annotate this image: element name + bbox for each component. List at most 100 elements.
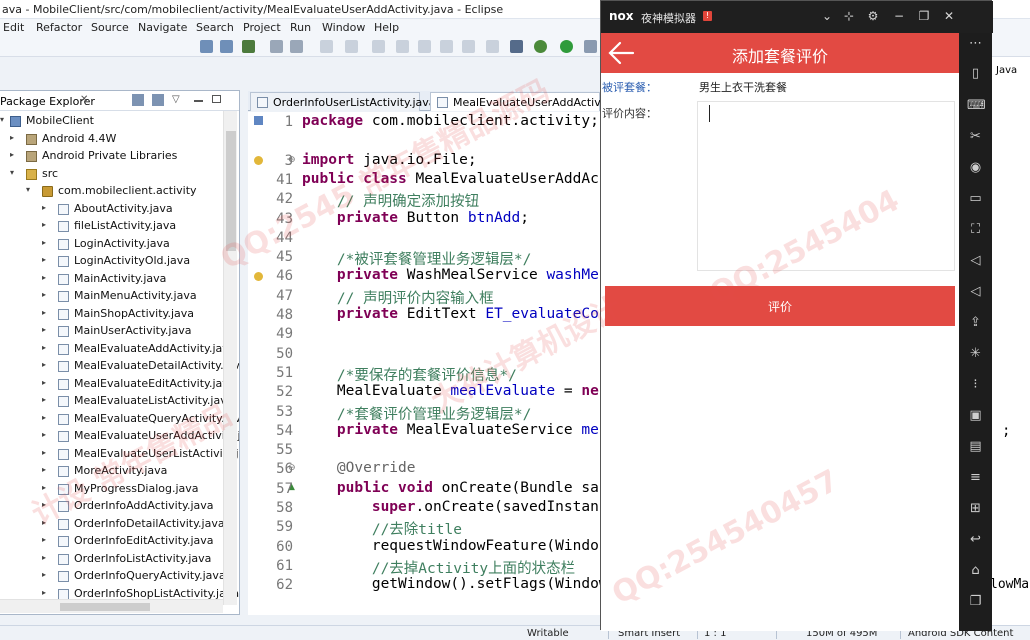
close-icon[interactable]: ✕ [80,94,88,105]
code-line[interactable]: private Button btnAdd; [302,210,529,226]
add-icon[interactable]: ⊞ [967,500,984,517]
menu-project[interactable]: Project [243,21,281,34]
loading-icon[interactable]: ✳ [967,345,984,362]
tree-item[interactable]: ▸ MyProgressDialog.java [0,481,222,499]
open-icon[interactable] [290,40,303,53]
volume-down-icon[interactable]: ◁ [967,283,984,300]
scroll-thumb[interactable] [226,131,236,251]
collapse-arrow-icon[interactable]: ▸ [42,553,50,562]
menu-source[interactable]: Source [91,21,129,34]
menu-search[interactable]: Search [196,21,234,34]
pause-icon[interactable] [418,40,431,53]
scroll-thumb[interactable] [60,603,150,611]
code-line[interactable]: private EditText ET_evaluateCo [302,306,599,322]
minimize-icon[interactable] [194,100,203,102]
collapse-arrow-icon[interactable]: ▸ [42,501,50,509]
tree-item[interactable]: ▸ fileListActivity.java [0,218,222,236]
tree-item[interactable]: ▸ MealEvaluateDetailActivity.java [0,358,239,376]
menu-navigate[interactable]: Navigate [138,21,187,34]
location-icon[interactable]: ◉ [967,159,984,176]
collapse-arrow-icon[interactable]: ▸ [42,308,50,317]
phone-icon[interactable]: ▯ [967,65,984,82]
evaluate-content-input[interactable] [697,101,955,271]
skip-breakpoints-icon[interactable] [510,40,523,53]
close-icon[interactable]: ✕ [941,8,957,24]
tree-item[interactable]: ▸ OrderInfoAddActivity.java [0,498,222,516]
expand-arrow-icon[interactable]: ▾ [0,116,8,124]
menu-help[interactable]: Help [374,21,399,34]
tree-item[interactable]: ▸ MainUserActivity.java [0,323,222,341]
code-line[interactable]: // 声明评价内容输入框 [302,287,494,308]
back-icon[interactable]: ↩ [967,531,984,548]
tree-item[interactable]: ▸ OrderInfoEditActivity.java [0,533,222,551]
code-line[interactable]: /*要保存的套餐评价信息*/ [302,364,517,385]
code-line[interactable]: requestWindowFeature(Windo [302,538,599,554]
redo-icon[interactable] [345,40,358,53]
package-explorer-horizontal-scrollbar[interactable] [0,599,223,613]
tree-item[interactable]: ▸ MainShopActivity.java [0,306,222,324]
maximize-icon[interactable] [212,95,221,103]
tree-item[interactable]: ▸ OrderInfoDetailActivity.java [0,516,225,534]
code-line[interactable]: public void onCreate(Bundle sa [302,480,599,496]
code-line[interactable]: /*被评套餐管理业务逻辑层*/ [302,248,531,269]
collapse-arrow-icon[interactable]: ▸ [42,431,50,439]
collapse-arrow-icon[interactable]: ▸ [42,256,50,264]
package-explorer-vertical-scrollbar[interactable] [223,111,237,605]
tree-item[interactable]: ▸ AboutActivity.java [0,201,222,219]
tree-item[interactable]: ▸ MealEvaluateAddActivity.java [0,341,236,359]
keyboard-icon[interactable]: ⌨ [967,97,986,114]
collapse-arrow-icon[interactable]: ▸ [42,588,50,597]
checkbox-icon[interactable] [242,40,255,53]
collapse-arrow-icon[interactable]: ▸ [42,273,50,282]
notification-badge[interactable]: ! [703,11,712,21]
code-line[interactable]: // 声明确定添加按钮 [302,190,479,211]
tree-item[interactable]: ▾ com.mobileclient.activity [0,183,222,201]
new-icon[interactable] [200,40,213,53]
collapse-arrow-icon[interactable]: ▸ [42,221,50,229]
fullscreen-icon[interactable]: ⛶ [967,221,984,238]
collapse-arrow-icon[interactable]: ▸ [42,396,50,404]
tab-orderinfo-user-list[interactable]: OrderInfoUserListActivity.java [250,92,436,111]
collapse-arrow-icon[interactable]: ▸ [42,518,50,527]
scissors-icon[interactable]: ✂ [967,128,984,145]
menu-window[interactable]: Window [322,21,365,34]
gear-icon[interactable]: ⚙ [865,8,881,24]
code-line[interactable]: getWindow().setFlags(Window [302,576,600,592]
tree-item[interactable]: ▸ MealEvaluateListActivity.java [0,393,233,411]
tree-item[interactable]: ▸ LoginActivity.java [0,236,222,254]
collapse-all-icon[interactable] [132,94,144,106]
submit-evaluate-button[interactable]: 评价 [605,286,955,326]
collapse-arrow-icon[interactable]: ▸ [42,378,50,387]
tree-item[interactable]: ▸ MainMenuActivity.java [0,288,222,306]
tree-item[interactable]: ▸ LoginActivityOld.java [0,253,222,271]
more-icon[interactable]: ⋯ [967,35,984,52]
chevron-down-icon[interactable]: ⌄ [819,8,835,24]
tree-item[interactable]: ▸ MealEvaluateQueryActivity.java [0,411,239,429]
menu-edit[interactable]: Edit [3,21,24,34]
save-icon[interactable] [220,40,233,53]
code-line[interactable]: MealEvaluate mealEvaluate = ne [302,383,599,399]
code-line[interactable]: /*套餐评价管理业务逻辑层*/ [302,403,531,424]
tree-item[interactable]: ▸ MealEvaluateUserListActivity.java [0,446,239,464]
recent-apps-icon[interactable]: ❐ [967,593,984,610]
collapse-arrow-icon[interactable]: ▸ [42,413,50,422]
screen-icon[interactable]: ▭ [967,190,984,207]
tree-item[interactable]: ▸ MealEvaluateEditActivity.java [0,376,236,394]
multi-window-icon[interactable]: ▤ [967,438,984,455]
tree-item[interactable]: ▸ MoreActivity.java [0,463,222,481]
script-icon[interactable]: ⁝ [967,376,984,393]
print-icon[interactable] [270,40,283,53]
collapse-arrow-icon[interactable]: ▸ [42,343,50,352]
code-line[interactable]: public class MealEvaluateUserAddAc [302,171,599,187]
collapse-arrow-icon[interactable]: ▸ [10,133,18,142]
code-line[interactable]: @Override [302,460,416,476]
tree-item[interactable]: ▾ MobileClient [0,113,222,131]
step-over-icon[interactable] [486,40,499,53]
view-menu-icon[interactable]: ▽ [172,94,180,105]
tree-item[interactable]: ▸ MainActivity.java [0,271,222,289]
code-line[interactable]: private MealEvaluateService me [302,422,599,438]
external-tools-icon[interactable] [584,40,597,53]
code-line[interactable]: import java.io.File; [302,152,477,168]
collapse-arrow-icon[interactable]: ▸ [42,571,50,579]
menu-icon[interactable]: ≡ [967,469,984,486]
